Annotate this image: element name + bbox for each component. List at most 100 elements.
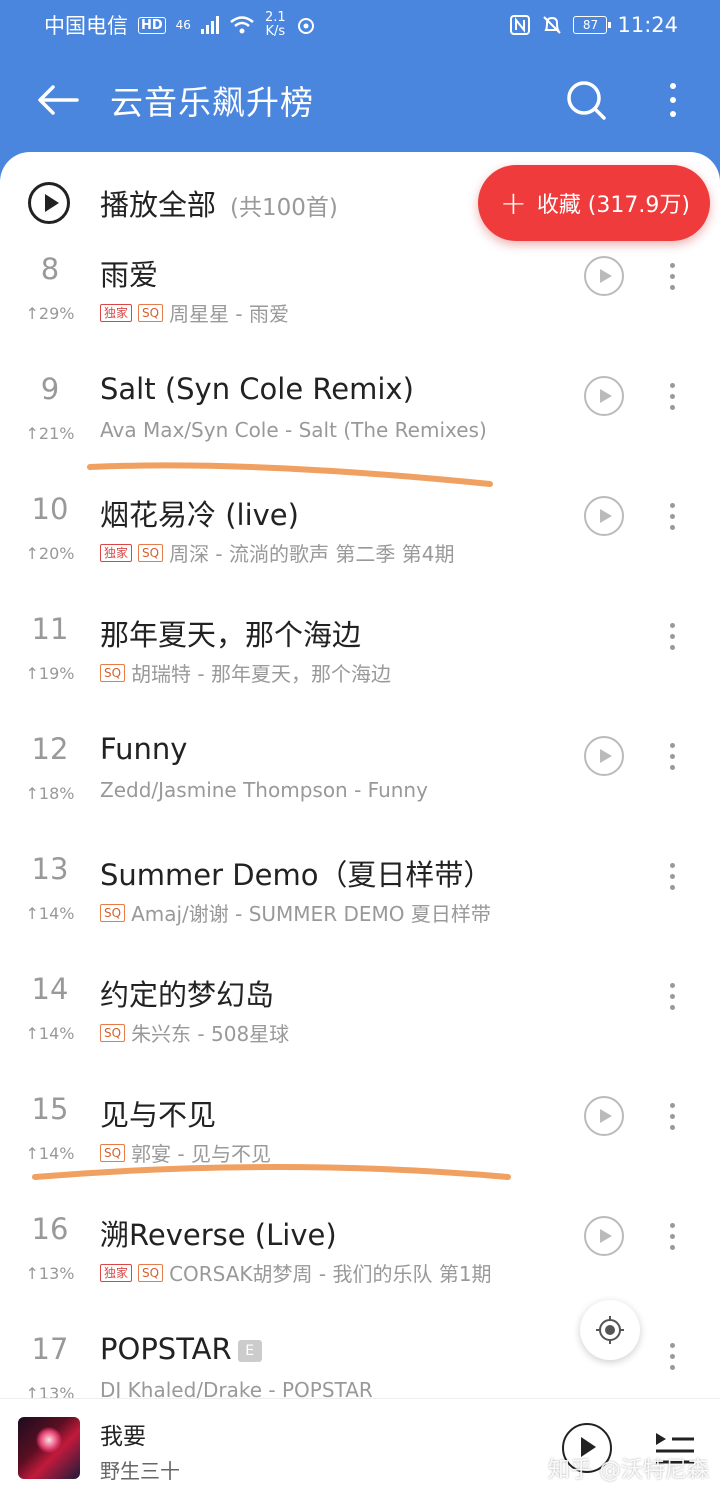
more-dot-icon <box>669 633 675 639</box>
video-play-icon[interactable] <box>584 736 624 776</box>
now-playing-title: 我要 <box>100 1424 146 1450</box>
song-row[interactable]: 8 ↑29% 雨爱独家 SQ 周星星 - 雨爱 <box>0 252 720 372</box>
locate-current-button[interactable] <box>580 1300 640 1360</box>
speed-unit: K/s <box>265 24 286 39</box>
signal-icon <box>200 16 219 34</box>
song-row[interactable]: 15 ↑14% 见与不见 SQ 郭宴 - 见与不见 <box>0 1092 720 1212</box>
more-dot-icon <box>669 622 675 628</box>
arrow-left-icon <box>38 85 79 115</box>
song-more-button[interactable] <box>660 1214 684 1258</box>
play-all-label[interactable]: 播放全部 <box>100 182 216 224</box>
video-play-icon[interactable] <box>584 496 624 536</box>
song-more-button[interactable] <box>660 974 684 1018</box>
sq-badge: SQ <box>100 663 126 682</box>
page-title: 云音乐飙升榜 <box>110 83 314 122</box>
collect-label: 收藏 (317.9万) <box>536 193 690 218</box>
back-button[interactable] <box>30 72 86 128</box>
status-left: 中国电信 HD 46 2.1 K/s <box>44 10 316 40</box>
song-title[interactable]: 那年夏天，那个海边 <box>100 612 361 654</box>
song-title[interactable]: POPSTAR E <box>100 1332 262 1366</box>
song-artist-album: 周深 - 流淌的歌声 第二季 第4期 <box>169 542 455 566</box>
song-title-text: 那年夏天，那个海边 <box>100 618 362 652</box>
song-title[interactable]: 约定的梦幻岛 <box>100 972 274 1014</box>
song-artist-album: CORSAK胡梦周 - 我们的乐队 第1期 <box>169 1262 492 1286</box>
song-more-button[interactable] <box>660 374 684 418</box>
song-meta: 独家 SQ 周深 - 流淌的歌声 第二季 第4期 <box>100 538 454 567</box>
speed-value: 2.1 <box>264 10 286 25</box>
album-cover[interactable] <box>18 1417 80 1479</box>
song-more-button[interactable] <box>660 254 684 298</box>
song-row[interactable]: 12 ↑18% Funny Zedd/Jasmine Thompson - Funny <box>0 732 720 852</box>
play-all-icon[interactable] <box>28 182 70 224</box>
sync-icon <box>297 18 314 34</box>
song-title-text: 见与不见 <box>100 1098 217 1132</box>
more-dot-icon <box>669 764 675 770</box>
song-title[interactable]: 雨爱 <box>100 252 158 294</box>
song-row[interactable]: 13 ↑14% Summer Demo（夏日样带） SQ Amaj/谢谢 - SUMME… <box>0 852 720 972</box>
target-icon <box>596 1316 624 1344</box>
song-title[interactable]: 溯Reverse (Live) <box>100 1212 337 1254</box>
explicit-badge: E <box>237 1340 262 1362</box>
more-dot-icon <box>669 404 675 410</box>
more-menu-button[interactable] <box>658 72 688 128</box>
song-more-button[interactable] <box>660 614 684 658</box>
battery-icon: 87 <box>573 16 612 34</box>
song-title-text: POPSTAR <box>100 1332 232 1366</box>
video-play-icon[interactable] <box>584 256 624 296</box>
song-more-button[interactable] <box>660 734 684 778</box>
song-title-text: 烟花易冷 (live) <box>100 498 299 532</box>
more-dot-icon <box>669 273 675 279</box>
song-row[interactable]: 11 ↑19% 那年夏天，那个海边 SQ 胡瑞特 - 那年夏天，那个海边 <box>0 612 720 732</box>
battery-level: 87 <box>582 18 599 32</box>
play-all-count: (共100首) <box>230 195 338 221</box>
song-title[interactable]: Funny <box>100 732 187 766</box>
song-row[interactable]: 10 ↑20% 烟花易冷 (live) 独家 SQ 周深 - 流淌的歌声 第二季 第4期 <box>0 492 720 612</box>
song-rank: 12 <box>31 732 69 766</box>
song-title-text: 雨爱 <box>100 258 159 292</box>
song-meta: 独家 SQ CORSAK胡梦周 - 我们的乐队 第1期 <box>100 1258 492 1287</box>
song-rank: 14 <box>31 972 69 1006</box>
video-play-icon[interactable] <box>584 1096 624 1136</box>
song-row[interactable]: 9 ↑21% Salt (Syn Cole Remix) Ava Max/Syn Co… <box>0 372 720 492</box>
song-more-button[interactable] <box>660 1334 684 1378</box>
song-more-button[interactable] <box>660 1094 684 1138</box>
collect-button[interactable]: + 收藏 (317.9万) <box>478 165 710 241</box>
more-dot-icon <box>669 1113 675 1119</box>
more-dot-icon <box>669 524 675 530</box>
more-dot-icon <box>669 982 675 988</box>
song-meta: Zedd/Jasmine Thompson - Funny <box>100 778 428 802</box>
song-row[interactable]: 14 ↑14% 约定的梦幻岛 SQ 朱兴东 - 508星球 <box>0 972 720 1092</box>
network-speed: 2.1 K/s <box>265 11 286 39</box>
song-rank: 8 <box>40 252 60 286</box>
more-dot-icon <box>669 742 675 748</box>
search-button[interactable] <box>558 72 614 128</box>
sq-badge: SQ <box>138 543 164 562</box>
song-title[interactable]: Summer Demo（夏日样带） <box>100 852 492 894</box>
more-dot-icon <box>669 873 675 879</box>
song-more-button[interactable] <box>660 494 684 538</box>
more-dot-icon <box>669 1102 675 1108</box>
rank-change: ↑19% <box>25 664 75 683</box>
more-dot-icon <box>669 644 675 650</box>
song-title-text: Salt (Syn Cole Remix) <box>100 372 414 406</box>
song-meta: 独家 SQ 周星星 - 雨爱 <box>100 298 289 327</box>
plus-icon: + <box>500 184 527 222</box>
sq-badge: SQ <box>100 1143 126 1162</box>
more-dot-icon <box>669 1222 675 1228</box>
song-artist-album: 周星星 - 雨爱 <box>169 302 290 326</box>
more-dot-icon <box>669 1364 675 1370</box>
song-title[interactable]: Salt (Syn Cole Remix) <box>100 372 414 406</box>
more-dot-icon <box>669 513 675 519</box>
song-title[interactable]: 见与不见 <box>100 1092 216 1134</box>
song-artist-album: Zedd/Jasmine Thompson - Funny <box>100 778 428 802</box>
song-rank: 17 <box>31 1332 69 1366</box>
video-play-icon[interactable] <box>584 376 624 416</box>
video-play-icon[interactable] <box>584 1216 624 1256</box>
more-dot-icon <box>669 1342 675 1348</box>
song-more-button[interactable] <box>660 854 684 898</box>
song-title[interactable]: 烟花易冷 (live) <box>100 492 299 534</box>
rank-change: ↑29% <box>25 304 75 323</box>
clock: 11:24 <box>617 13 678 37</box>
song-title-text: Summer Demo（夏日样带） <box>100 858 493 892</box>
song-title-text: 溯Reverse (Live) <box>100 1218 337 1252</box>
